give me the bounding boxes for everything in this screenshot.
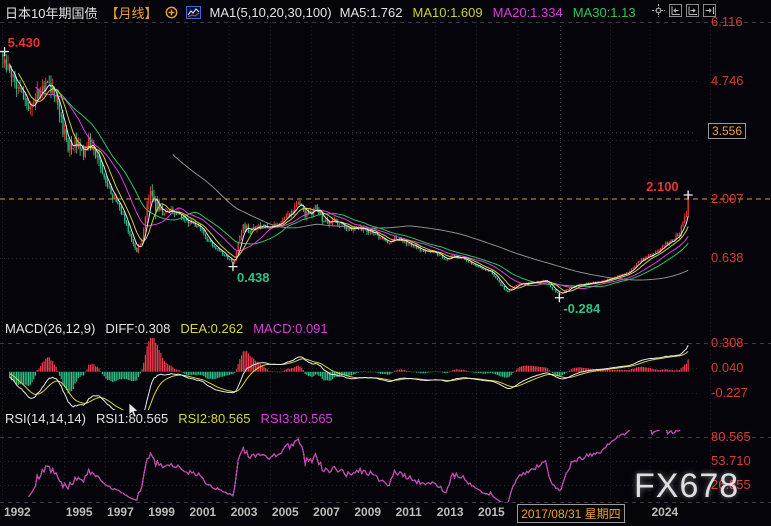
- x-axis-label: 1995: [66, 505, 93, 519]
- x-axis-label: 2007: [313, 505, 340, 519]
- macd-values: DIFF:0.308 DEA:0.262 MACD:0.091: [105, 321, 337, 336]
- macd-value: DIFF:0.308: [105, 321, 170, 336]
- x-axis-label: 2003: [231, 505, 258, 519]
- price-extreme-label: 0.438: [237, 270, 270, 285]
- x-axis-label: 2011: [396, 505, 422, 519]
- period-label: 【月线】: [105, 3, 157, 22]
- price-extreme-label: -0.284: [563, 301, 600, 316]
- circle-plus-icon[interactable]: [165, 6, 178, 19]
- goto-latest-icon[interactable]: [703, 4, 716, 17]
- chart-type-icon[interactable]: [186, 6, 201, 19]
- compress-icon[interactable]: [669, 4, 682, 17]
- price-axis-label: 2.007: [711, 191, 744, 206]
- rsi-panel-title: RSI(14,14,14) RSI1:80.565RSI2:80.565RSI3…: [5, 411, 343, 426]
- symbol-title: 日本10年期国债: [5, 3, 97, 22]
- x-axis-label: 2001: [189, 505, 216, 519]
- rsi-title: RSI(14,14,14): [5, 411, 86, 426]
- x-axis-label: 2024: [651, 505, 678, 519]
- macd-axis-label: 0.040: [711, 360, 744, 375]
- crosshair-date-label: 2017/08/31 星期四: [517, 504, 624, 523]
- rsi-value: RSI3:80.565: [261, 411, 333, 426]
- macd-axis-label: 0.308: [711, 335, 744, 350]
- x-axis-label: 2013: [437, 505, 464, 519]
- x-axis-label: 1999: [148, 505, 175, 519]
- rsi-value: RSI2:80.565: [178, 411, 250, 426]
- x-axis-label: 2009: [354, 505, 381, 519]
- x-axis-label: 1992: [4, 505, 31, 519]
- price-axis-label: 0.638: [711, 250, 744, 265]
- chart-toolbar: [652, 4, 716, 17]
- crosshair-price-label: 3.556: [708, 123, 746, 139]
- price-extreme-label: 2.100: [646, 179, 679, 194]
- chart-canvas[interactable]: [0, 0, 771, 526]
- ma-value: MA5:1.762: [340, 5, 403, 20]
- crosshair-icon[interactable]: [652, 4, 665, 17]
- mouse-cursor: [128, 403, 140, 418]
- price-axis-label: 4.746: [711, 73, 744, 88]
- price-extreme-label: 5.430: [8, 35, 41, 50]
- rsi-axis-label: 80.565: [711, 429, 751, 444]
- ma-values: MA5:1.762 MA10:1.609 MA20:1.334 MA30:1.13: [340, 5, 646, 20]
- expand-icon[interactable]: [686, 4, 699, 17]
- rsi-axis-label: 53.710: [711, 453, 751, 468]
- ma-value: MA30:1.13: [573, 5, 636, 20]
- macd-title: MACD(26,12,9): [5, 321, 95, 336]
- watermark: FX678: [634, 467, 739, 506]
- x-axis-label: 1997: [107, 505, 134, 519]
- ma-value: MA20:1.334: [493, 5, 563, 20]
- ma-settings-label: MA1(5,10,20,30,100): [209, 5, 331, 20]
- x-axis-label: 2015: [478, 505, 505, 519]
- macd-panel-title: MACD(26,12,9) DIFF:0.308 DEA:0.262 MACD:0.…: [5, 321, 338, 336]
- chart-app: 日本10年期国债 【月线】 MA1(5,10,20,30,100) MA5:1.…: [0, 0, 771, 526]
- macd-value: DEA:0.262: [180, 321, 243, 336]
- ma-value: MA10:1.609: [413, 5, 483, 20]
- x-axis-label: 2005: [272, 505, 299, 519]
- macd-value: MACD:0.091: [253, 321, 327, 336]
- chart-header: 日本10年期国债 【月线】 MA1(5,10,20,30,100) MA5:1.…: [5, 3, 646, 22]
- macd-axis-label: -0.227: [711, 385, 748, 400]
